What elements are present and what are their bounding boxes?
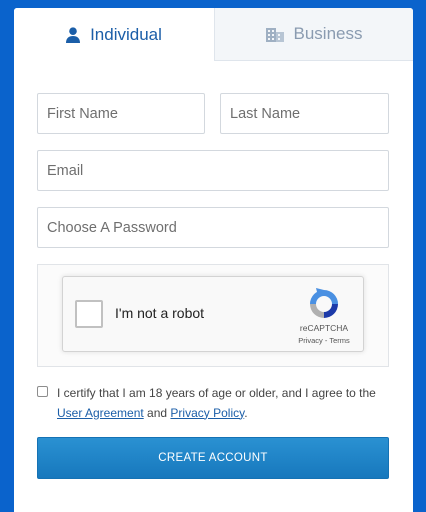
tab-business[interactable]: Business	[214, 8, 413, 61]
recaptcha-checkbox[interactable]	[75, 300, 103, 328]
agreement-text-before: I certify that I am 18 years of age or o…	[57, 386, 376, 400]
agreement-period: .	[244, 405, 248, 420]
password-input[interactable]	[37, 207, 389, 248]
account-type-tabs: Individual Business	[14, 8, 413, 61]
person-icon	[66, 26, 81, 43]
email-input[interactable]	[37, 150, 389, 191]
agreement-checkbox[interactable]	[37, 386, 48, 397]
captcha-container: I'm not a robot reCAPTCHA Privacy - Term…	[37, 264, 389, 367]
privacy-policy-link[interactable]: Privacy Policy	[170, 406, 244, 420]
tab-individual-label: Individual	[90, 24, 162, 44]
first-name-input[interactable]	[37, 93, 205, 134]
recaptcha-terms-link[interactable]: Terms	[329, 336, 349, 345]
recaptcha-brand: reCAPTCHA	[299, 323, 349, 333]
recaptcha-privacy-link[interactable]: Privacy	[298, 336, 323, 345]
user-agreement-link[interactable]: User Agreement	[57, 406, 144, 420]
recaptcha-label: I'm not a robot	[115, 305, 205, 321]
last-name-input[interactable]	[220, 93, 389, 134]
recaptcha-links: Privacy - Terms	[285, 336, 363, 345]
tab-business-label: Business	[293, 24, 363, 43]
agreement-and: and	[143, 405, 171, 420]
agreement-text: I certify that I am 18 years of age or o…	[57, 384, 392, 423]
recaptcha-logo-icon	[306, 286, 342, 322]
create-account-button[interactable]: CREATE ACCOUNT	[37, 437, 389, 479]
tab-individual[interactable]: Individual	[14, 8, 214, 61]
building-icon	[265, 26, 284, 42]
recaptcha-widget: I'm not a robot reCAPTCHA Privacy - Term…	[62, 276, 364, 352]
signup-card: Individual Business First Name Last Name…	[14, 8, 413, 512]
